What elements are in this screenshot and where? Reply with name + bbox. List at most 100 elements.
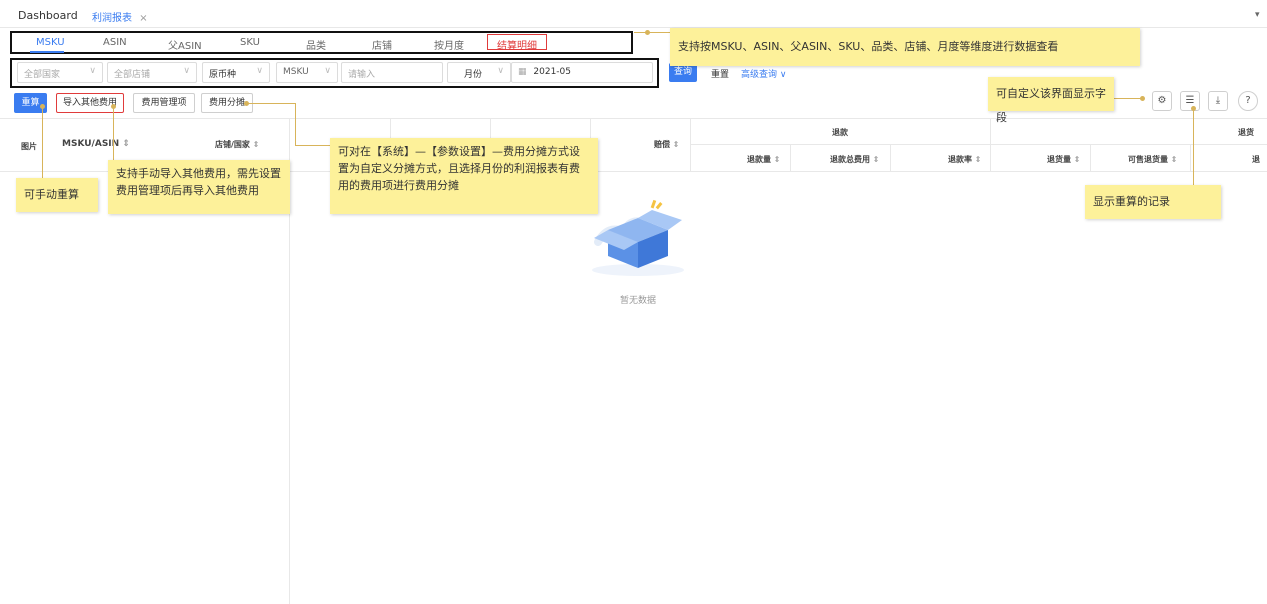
column-header-return-qty[interactable]: 退货量 ⇕: [1047, 154, 1081, 165]
sort-icon: ⇕: [872, 155, 880, 164]
connector-line: [113, 106, 114, 162]
column-header-return-truncated: 退: [1252, 155, 1260, 164]
tab-profit-report-label: 利润报表: [92, 13, 132, 24]
column-divider: [990, 118, 991, 171]
chevron-down-icon: ∨: [779, 70, 787, 80]
calendar-icon: ▦: [518, 67, 527, 77]
column-header-image: 图片: [21, 142, 37, 151]
column-group-refund: 退款: [832, 128, 848, 137]
connector-dot: [1140, 96, 1145, 101]
tab-msku[interactable]: MSKU: [36, 37, 65, 48]
column-header-msku[interactable]: MSKU/ASIN ⇕: [62, 139, 130, 149]
column-header-store[interactable]: 店铺/国家 ⇕: [215, 139, 259, 150]
currency-select[interactable]: 原币种 ∨: [202, 62, 270, 83]
sort-icon: ⇕: [1073, 155, 1081, 164]
tab-asin[interactable]: ASIN: [103, 37, 127, 48]
chevron-down-icon: ∨: [324, 66, 331, 76]
column-divider: [890, 144, 891, 171]
sort-icon: ⇕: [672, 140, 680, 149]
connector-dot: [111, 104, 116, 109]
column-header-refund-qty[interactable]: 退款量 ⇕: [747, 154, 781, 165]
store-select[interactable]: 全部店铺 ∨: [107, 62, 197, 83]
store-select-value: 全部店铺: [114, 70, 151, 80]
tab-sku[interactable]: SKU: [240, 37, 260, 48]
column-header-return-qty-label: 退货量: [1047, 155, 1071, 164]
annotation-dimensions: 支持按MSKU、ASIN、父ASIN、SKU、品类、店铺、月度等维度进行数据查看: [670, 28, 1140, 66]
tab-store[interactable]: 店铺: [372, 37, 392, 52]
column-header-refund-rate[interactable]: 退款率 ⇕: [948, 154, 982, 165]
column-header-refund-total-fee[interactable]: 退款总费用 ⇕: [830, 154, 880, 165]
search-type-value: MSKU: [283, 67, 309, 77]
fee-management-button[interactable]: 费用管理项: [133, 93, 195, 113]
search-input[interactable]: 请输入: [341, 62, 443, 83]
column-header-store-label: 店铺/国家: [215, 140, 250, 149]
column-group-return: 退货: [1238, 128, 1254, 137]
column-divider: [1090, 144, 1091, 171]
advanced-query-link[interactable]: 高级查询 ∨: [741, 67, 786, 80]
table-header-group-divider: [690, 144, 1267, 145]
close-icon[interactable]: ×: [139, 13, 147, 24]
sort-icon: ⇕: [122, 139, 130, 149]
tab-category[interactable]: 品类: [306, 37, 326, 52]
chevron-down-icon[interactable]: ▾: [1255, 10, 1260, 20]
connector-dot: [1191, 106, 1196, 111]
period-type-select[interactable]: 月份 ∨: [447, 62, 511, 83]
annotation-manual-recalc: 可手动重算: [16, 178, 98, 212]
column-header-sellable-return[interactable]: 可售退货量 ⇕: [1128, 154, 1178, 165]
settings-icon[interactable]: ⚙: [1152, 91, 1172, 111]
list-icon[interactable]: ☰: [1180, 91, 1200, 111]
currency-select-value: 原币种: [209, 70, 237, 80]
connector-line: [634, 32, 670, 33]
chevron-down-icon: ∨: [497, 66, 504, 76]
column-header-refund-total-fee-label: 退款总费用: [830, 155, 870, 164]
tab-settlement-detail[interactable]: 结算明细: [497, 37, 537, 52]
country-select[interactable]: 全部国家 ∨: [17, 62, 103, 83]
table-header-top-border: [0, 118, 1267, 119]
column-header-msku-label: MSKU/ASIN: [62, 139, 120, 149]
month-picker[interactable]: ▦ 2021-05: [511, 62, 653, 83]
sort-icon: ⇕: [773, 155, 781, 164]
connector-line: [295, 145, 331, 146]
chevron-down-icon: ∨: [89, 66, 96, 76]
tab-profit-report[interactable]: 利润报表 ×: [92, 9, 148, 24]
active-tab-underline: [30, 51, 64, 53]
column-divider: [790, 144, 791, 171]
connector-line: [1193, 108, 1194, 188]
annotation-allocation: 可对在【系统】—【参数设置】—费用分摊方式设置为自定义分摊方式，且选择月份的利润…: [330, 138, 598, 214]
month-picker-value: 2021-05: [533, 67, 571, 77]
chevron-down-icon: ∨: [183, 66, 190, 76]
download-icon[interactable]: ⤓: [1208, 91, 1228, 111]
connector-line: [42, 106, 43, 182]
chevron-down-icon: ∨: [256, 66, 263, 76]
tab-dashboard[interactable]: Dashboard: [18, 9, 78, 22]
column-divider: [1190, 144, 1191, 171]
tab-monthly[interactable]: 按月度: [434, 37, 464, 52]
annotation-import-fees: 支持手动导入其他费用，需先设置费用管理项后再导入其他费用: [108, 160, 290, 214]
tab-parent-asin[interactable]: 父ASIN: [168, 37, 202, 52]
top-tab-bar: [0, 0, 1267, 28]
connector-dot: [645, 30, 650, 35]
sort-icon: ⇕: [974, 155, 982, 164]
column-header-compensation[interactable]: 赔偿 ⇕: [654, 139, 680, 150]
connector-line: [247, 103, 295, 104]
column-header-compensation-label: 赔偿: [654, 140, 670, 149]
search-type-select[interactable]: MSKU ∨: [276, 62, 338, 83]
country-select-value: 全部国家: [24, 70, 61, 80]
connector-dot: [40, 104, 45, 109]
sort-icon: ⇕: [252, 140, 260, 149]
column-divider: [690, 118, 691, 171]
advanced-query-label: 高级查询: [741, 70, 778, 80]
help-icon[interactable]: ?: [1238, 91, 1258, 111]
empty-state-text: 暂无数据: [620, 296, 657, 306]
reset-button[interactable]: 重置: [711, 67, 729, 80]
column-header-sellable-return-label: 可售退货量: [1128, 155, 1168, 164]
column-header-refund-qty-label: 退款量: [747, 155, 771, 164]
connector-dot: [244, 101, 249, 106]
annotation-custom-fields: 可自定义该界面显示字段: [988, 77, 1114, 124]
column-header-refund-rate-label: 退款率: [948, 155, 972, 164]
annotation-recalc-records: 显示重算的记录: [1085, 185, 1221, 219]
sort-icon: ⇕: [1170, 155, 1178, 164]
search-placeholder: 请输入: [348, 70, 376, 80]
connector-line: [295, 103, 296, 145]
period-type-value: 月份: [464, 70, 483, 80]
